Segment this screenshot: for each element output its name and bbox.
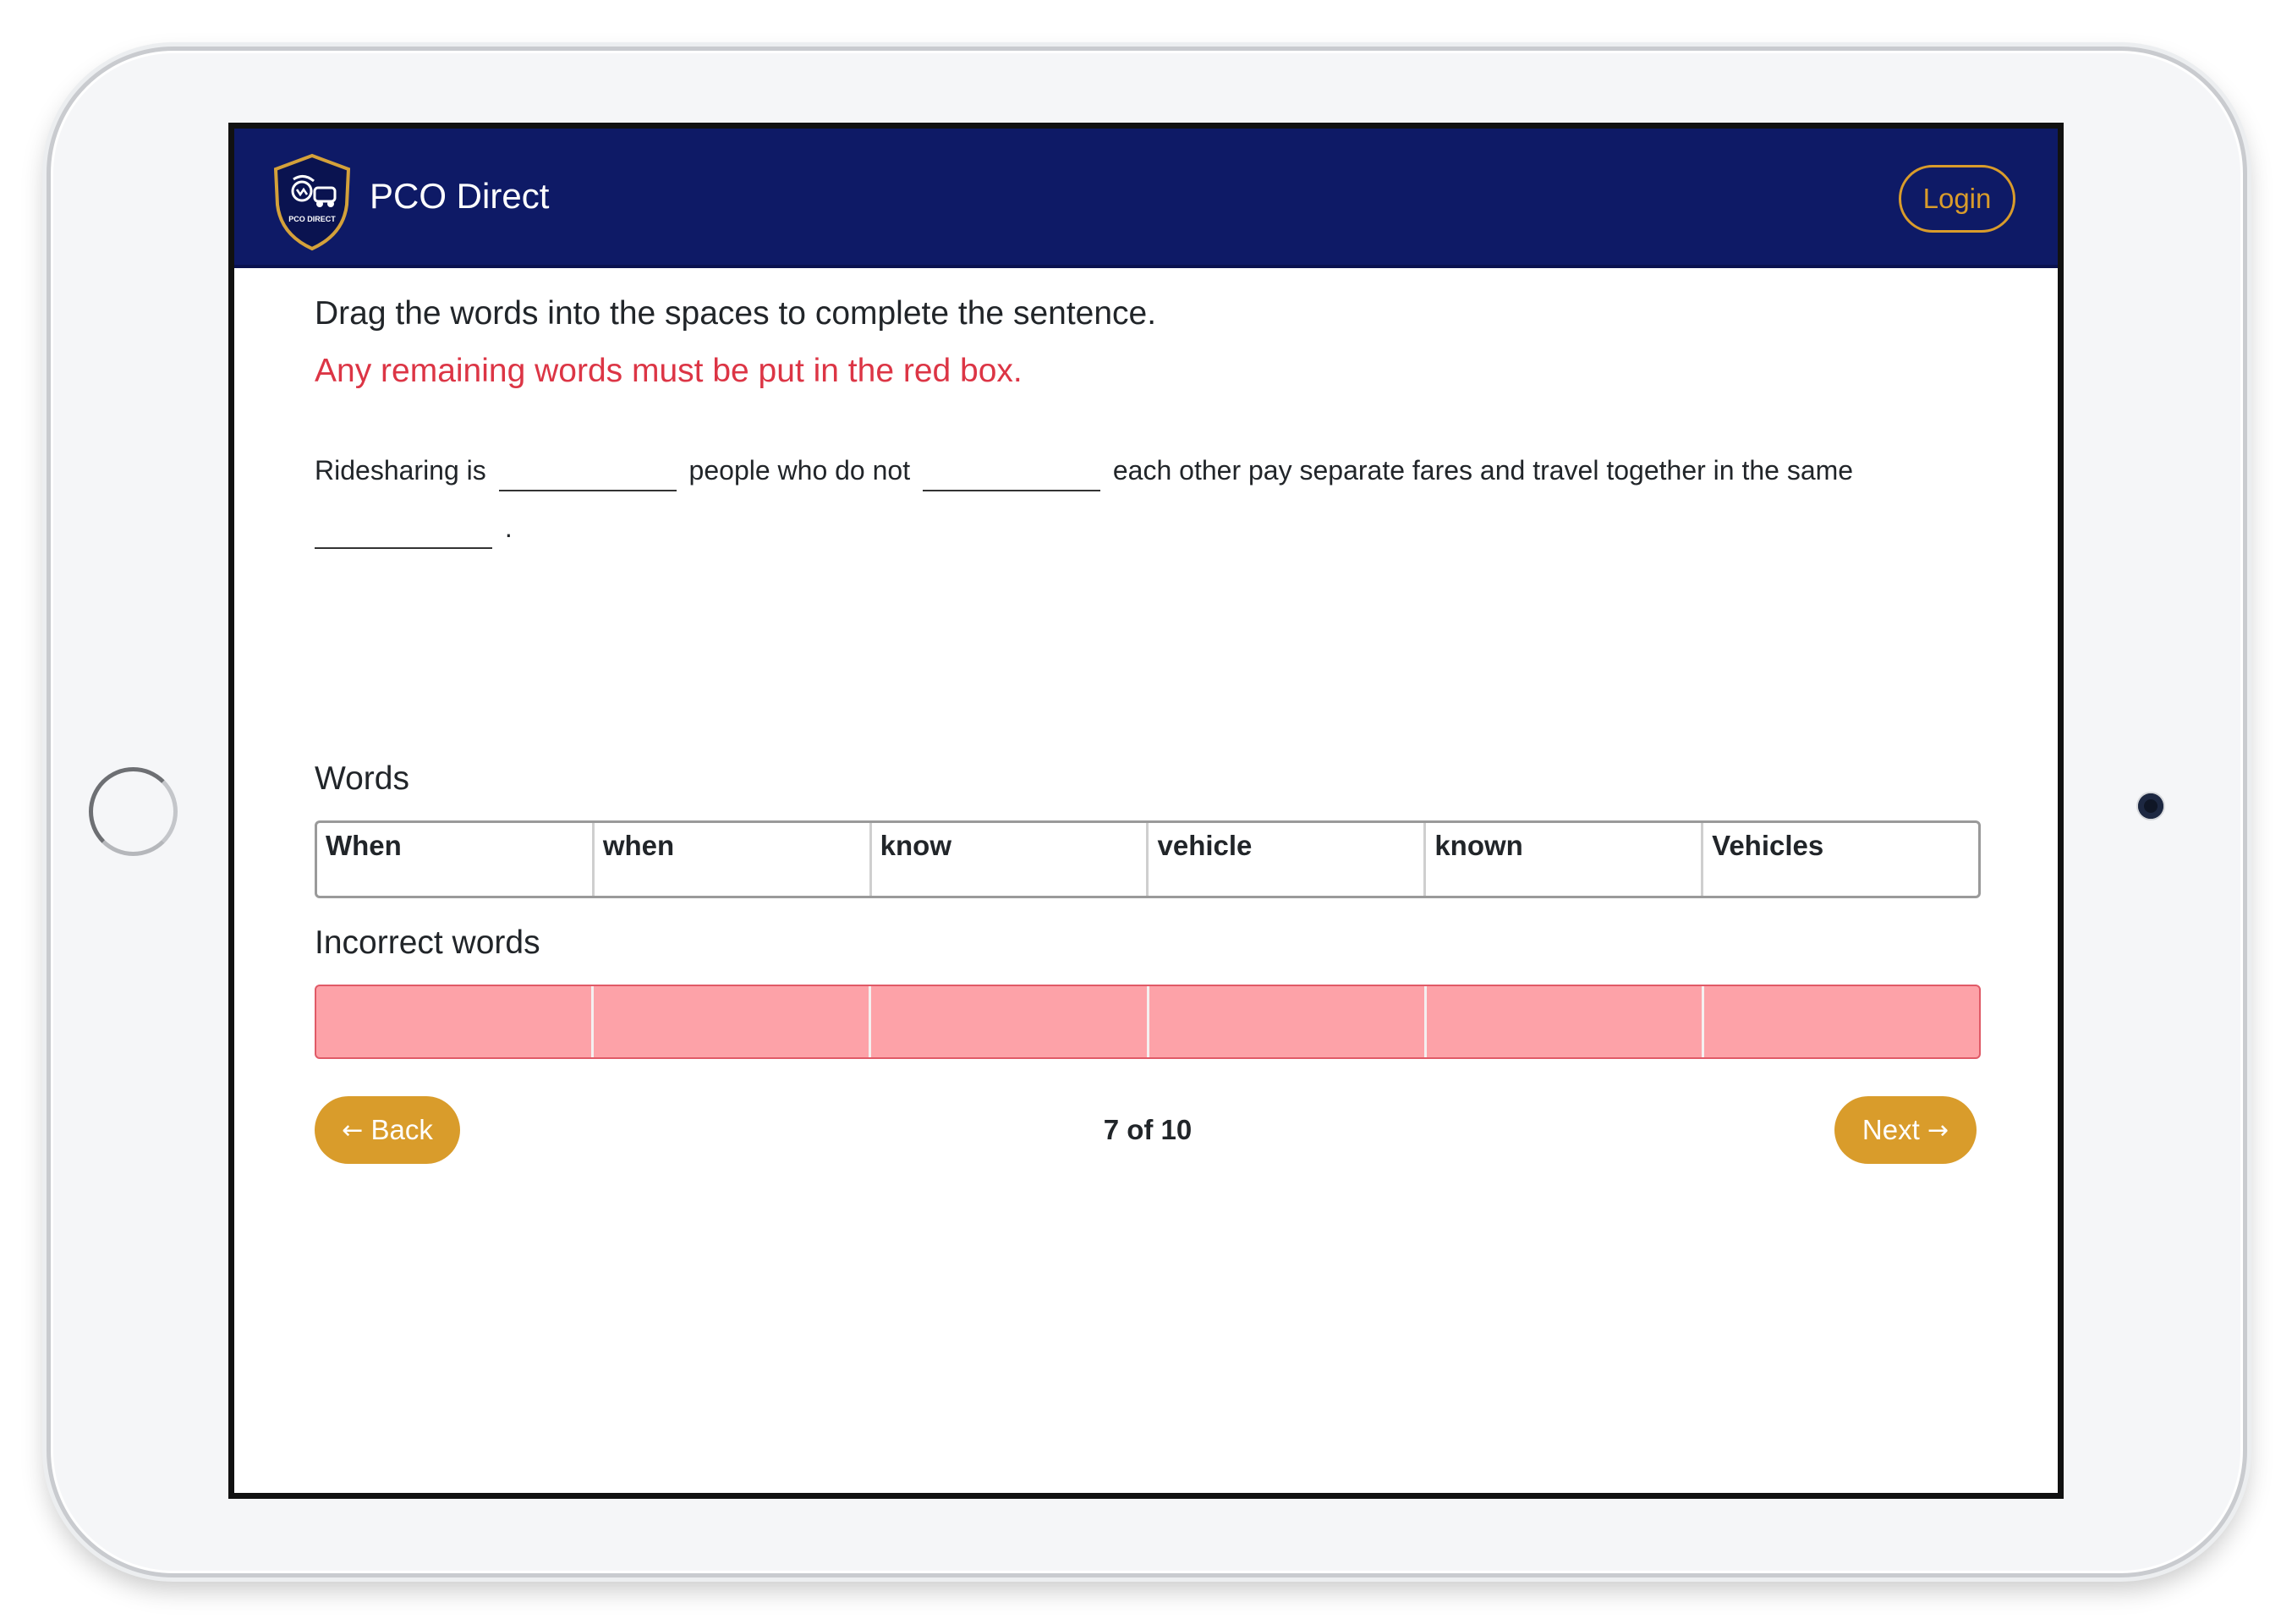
- word-tile[interactable]: when: [591, 823, 869, 896]
- blank-slot-1[interactable]: [498, 456, 677, 491]
- next-label: Next: [1862, 1114, 1920, 1145]
- blank-slot-2[interactable]: [922, 456, 1100, 491]
- home-button[interactable]: [89, 767, 178, 856]
- login-button[interactable]: Login: [1899, 165, 2015, 233]
- word-tile[interactable]: When: [317, 823, 592, 896]
- blank-slot-3[interactable]: [315, 513, 492, 549]
- word-bank: When when know vehicle known Vehicles: [315, 820, 1981, 898]
- sentence-text: each other pay separate fares and travel…: [1112, 455, 1854, 486]
- logo-text: PCO DIRECT: [288, 215, 336, 223]
- incorrect-words-box: [315, 985, 1981, 1059]
- sentence-text: .: [504, 513, 513, 543]
- incorrect-drop-slot[interactable]: [1423, 986, 1702, 1057]
- navbar: PCO DIRECT PCO Direct Login: [234, 129, 2058, 268]
- arrow-right-icon: →: [1927, 1115, 1949, 1145]
- word-tile[interactable]: know: [869, 823, 1147, 896]
- next-button[interactable]: Next →: [1834, 1096, 1977, 1164]
- back-label: Back: [370, 1114, 433, 1145]
- camera-icon: [2138, 793, 2163, 819]
- word-tile[interactable]: Vehicles: [1701, 823, 1978, 896]
- incorrect-drop-slot[interactable]: [316, 986, 591, 1057]
- word-tile[interactable]: known: [1423, 823, 1701, 896]
- sentence-text: Ridesharing is: [315, 455, 486, 486]
- incorrect-drop-slot[interactable]: [591, 986, 869, 1057]
- progress-indicator: 7 of 10: [1103, 1114, 1193, 1145]
- arrow-left-icon: ←: [342, 1115, 364, 1145]
- instruction-title: Drag the words into the spaces to comple…: [315, 295, 1157, 332]
- app-screen: PCO DIRECT PCO Direct Login Drag the wor…: [228, 123, 2064, 1499]
- sentence-text: people who do not: [688, 455, 911, 486]
- back-button[interactable]: ← Back: [315, 1096, 460, 1164]
- incorrect-drop-slot[interactable]: [1146, 986, 1424, 1057]
- shield-logo-icon: PCO DIRECT: [273, 153, 351, 251]
- sentence: Ridesharing is people who do not each ot…: [315, 442, 1972, 557]
- words-label: Words: [315, 760, 409, 797]
- instruction-warning: Any remaining words must be put in the r…: [315, 353, 1023, 389]
- brand-name[interactable]: PCO Direct: [370, 171, 549, 222]
- incorrect-drop-slot[interactable]: [869, 986, 1146, 1057]
- incorrect-drop-slot[interactable]: [1701, 986, 1979, 1057]
- incorrect-words-label: Incorrect words: [315, 924, 540, 961]
- word-tile[interactable]: vehicle: [1146, 823, 1423, 896]
